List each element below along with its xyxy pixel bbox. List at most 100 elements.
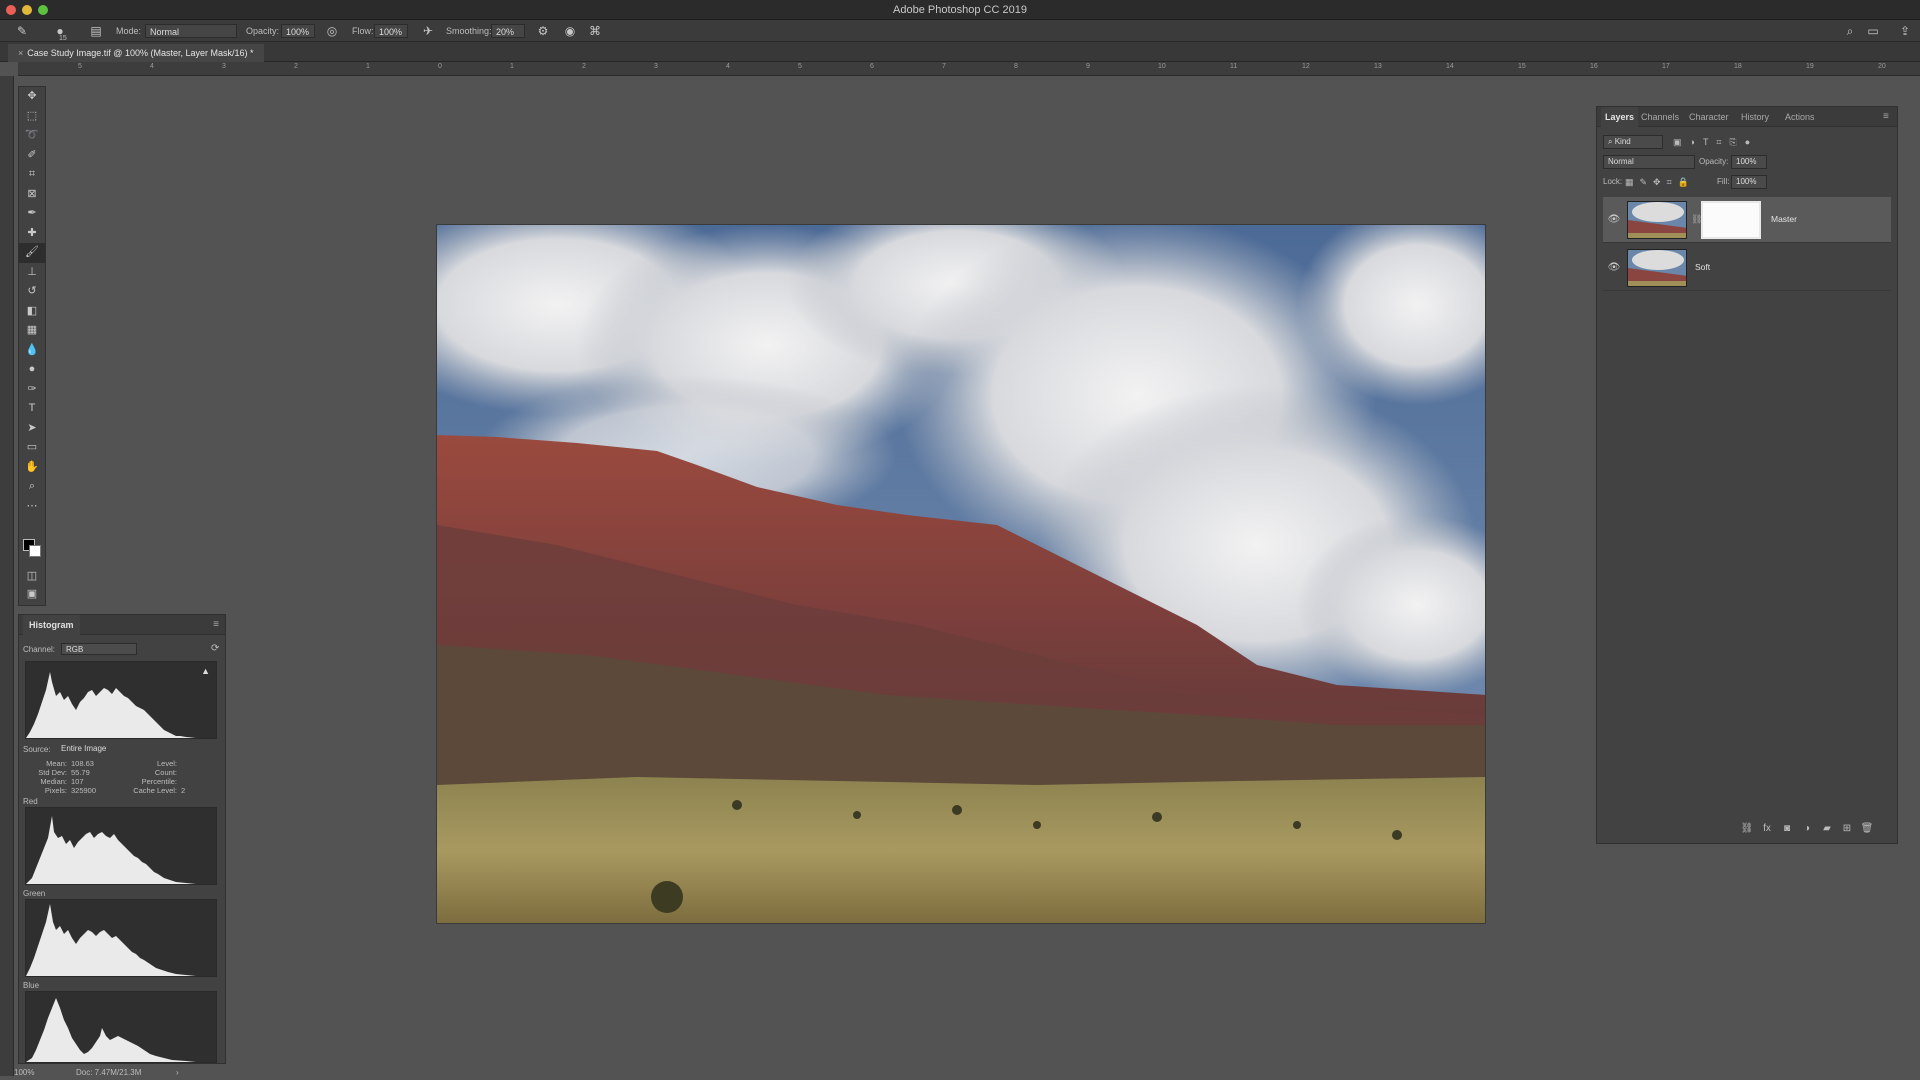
smoothing-field[interactable]: 20% xyxy=(491,24,525,38)
mean-label: Mean: xyxy=(46,759,67,768)
document-canvas[interactable] xyxy=(436,224,1486,924)
clone-stamp-tool-icon[interactable]: ⊥ xyxy=(19,263,45,283)
eye-visibility-icon[interactable]: 👁 xyxy=(1607,261,1621,275)
layer-mask-thumbnail[interactable] xyxy=(1701,201,1761,239)
blur-tool-icon[interactable]: 💧 xyxy=(19,341,45,361)
layer-row-master[interactable]: 👁 ⛓ Master xyxy=(1603,197,1891,243)
document-tab[interactable]: × Case Study Image.tif @ 100% (Master, La… xyxy=(8,44,264,62)
title-bar: Adobe Photoshop CC 2019 xyxy=(0,0,1920,20)
pixels-value: 325900 xyxy=(71,786,97,795)
ruler-tick-label: 2 xyxy=(294,63,298,70)
mode-dropdown[interactable]: Normal xyxy=(145,24,237,38)
document-tab-close-icon[interactable]: × xyxy=(18,48,23,58)
fill-field[interactable]: 100% xyxy=(1731,175,1767,189)
panel-menu-icon[interactable]: ≡ xyxy=(213,619,219,630)
channel-dropdown[interactable]: RGB xyxy=(61,643,137,655)
eraser-tool-icon[interactable]: ◧ xyxy=(19,302,45,322)
cache-level-label: Cache Level: xyxy=(133,786,177,795)
green-channel-label: Green xyxy=(23,889,46,898)
add-mask-icon[interactable]: ◙ xyxy=(1777,823,1797,834)
histogram-red-graph xyxy=(25,807,217,885)
dodge-tool-icon[interactable]: ● xyxy=(19,360,45,380)
healing-brush-tool-icon[interactable]: ✚ xyxy=(19,224,45,244)
pressure-size-icon[interactable]: ◉ xyxy=(562,23,578,39)
percentile-label: Percentile: xyxy=(141,777,177,786)
lasso-tool-icon[interactable]: ➰ xyxy=(19,126,45,146)
lock-icons[interactable]: ▦✎✥⌗🔒 xyxy=(1625,175,1695,189)
layer-filter-dropdown[interactable]: ⌕ Kind xyxy=(1603,135,1663,149)
ruler-tick-label: 8 xyxy=(1014,63,1018,70)
ruler-tick-label: 3 xyxy=(222,63,226,70)
rectangle-tool-icon[interactable]: ▭ xyxy=(19,438,45,458)
source-dropdown[interactable]: Entire Image xyxy=(57,743,217,755)
status-menu-chevron-icon[interactable]: › xyxy=(176,1068,179,1077)
link-layers-icon[interactable]: ⛓ xyxy=(1737,823,1757,834)
crop-tool-icon[interactable]: ⌗ xyxy=(19,165,45,185)
more-tools-icon[interactable]: ⋯ xyxy=(19,497,45,517)
layer-opacity-field[interactable]: 100% xyxy=(1731,155,1767,169)
history-brush-tool-icon[interactable]: ↺ xyxy=(19,282,45,302)
smoothing-settings-gear-icon[interactable]: ⚙ xyxy=(535,23,551,39)
pressure-opacity-icon[interactable]: ◎ xyxy=(324,23,340,39)
tools-panel: ✥ ⬚ ➰ ✐ ⌗ ⊠ ✒ ✚ 🖌 ⊥ ↺ ◧ ▦ 💧 ● ✑ T ➤ ▭ ✋ … xyxy=(18,86,46,606)
tab-character[interactable]: Character xyxy=(1685,107,1733,127)
ruler-tick-label: 3 xyxy=(654,63,658,70)
tab-layers[interactable]: Layers xyxy=(1601,107,1639,127)
share-icon[interactable]: ⇪ xyxy=(1897,23,1913,39)
layer-name[interactable]: Soft xyxy=(1695,262,1710,272)
gradient-tool-icon[interactable]: ▦ xyxy=(19,321,45,341)
count-label: Count: xyxy=(154,768,177,777)
blend-mode-dropdown[interactable]: Normal xyxy=(1603,155,1695,169)
layer-style-fx-icon[interactable]: fx xyxy=(1757,823,1777,834)
tab-actions[interactable]: Actions xyxy=(1781,107,1819,127)
layers-panel: Layers Channels Character History Action… xyxy=(1596,106,1898,844)
histogram-panel: Histogram ≡ Channel: RGB ⟳ ▲ Source: Ent… xyxy=(18,614,226,1064)
clipping-warning-icon[interactable]: ▲ xyxy=(201,666,210,676)
brush-tool-preset-icon[interactable]: ✎ xyxy=(14,23,30,39)
refresh-icon[interactable]: ⟳ xyxy=(211,643,219,654)
tab-history[interactable]: History xyxy=(1737,107,1773,127)
layer-row-soft[interactable]: 👁 Soft xyxy=(1603,245,1891,291)
symmetry-icon[interactable]: ⌘ xyxy=(587,23,603,39)
type-tool-icon[interactable]: T xyxy=(19,399,45,419)
eye-visibility-icon[interactable]: 👁 xyxy=(1607,213,1621,227)
median-value: 107 xyxy=(71,777,84,786)
zoom-tool-icon[interactable]: ⌕ xyxy=(19,477,45,497)
delete-layer-trash-icon[interactable]: 🗑 xyxy=(1857,823,1877,834)
ruler-tick-label: 1 xyxy=(366,63,370,70)
background-color-swatch[interactable] xyxy=(29,545,41,557)
zoom-level[interactable]: 100% xyxy=(14,1068,34,1077)
marquee-tool-icon[interactable]: ⬚ xyxy=(19,107,45,127)
frame-tool-icon[interactable]: ⊠ xyxy=(19,185,45,205)
quick-mask-icon[interactable]: ◫ xyxy=(19,567,45,587)
stddev-label: Std Dev: xyxy=(38,768,67,777)
tab-channels[interactable]: Channels xyxy=(1637,107,1683,127)
brush-tool-icon[interactable]: 🖌 xyxy=(19,243,45,263)
landscape-photo xyxy=(437,225,1485,923)
histogram-tab[interactable]: Histogram xyxy=(23,615,80,635)
hand-tool-icon[interactable]: ✋ xyxy=(19,458,45,478)
new-group-folder-icon[interactable]: ▰ xyxy=(1817,823,1837,834)
path-selection-tool-icon[interactable]: ➤ xyxy=(19,419,45,439)
airbrush-icon[interactable]: ✈ xyxy=(420,23,436,39)
ruler-tick-label: 16 xyxy=(1590,63,1598,70)
ruler-tick-label: 4 xyxy=(150,63,154,70)
move-tool-icon[interactable]: ✥ xyxy=(19,87,45,107)
pen-tool-icon[interactable]: ✑ xyxy=(19,380,45,400)
ruler-top[interactable]: 5 4 3 2 1 0 1 2 3 4 5 6 7 8 9 10 11 12 13 14 15 16 17 18 19 20 xyxy=(18,62,1920,76)
layer-name[interactable]: Master xyxy=(1771,214,1797,224)
flow-field[interactable]: 100% xyxy=(374,24,408,38)
layer-filter-icons[interactable]: ▣◑T⌗⎘● xyxy=(1673,135,1758,149)
workspace-icon[interactable]: ▭ xyxy=(1865,23,1881,39)
panel-menu-icon[interactable]: ≡ xyxy=(1879,107,1893,127)
ruler-tick-label: 6 xyxy=(870,63,874,70)
screen-mode-icon[interactable]: ▣ xyxy=(19,585,45,605)
eyedropper-tool-icon[interactable]: ✒ xyxy=(19,204,45,224)
brush-settings-icon[interactable]: ▤ xyxy=(88,23,104,39)
quick-selection-tool-icon[interactable]: ✐ xyxy=(19,146,45,166)
adjustment-layer-icon[interactable]: ◑ xyxy=(1797,823,1817,834)
search-icon[interactable]: ⌕ xyxy=(1842,23,1858,39)
new-layer-icon[interactable]: ⊞ xyxy=(1837,823,1857,834)
opacity-field[interactable]: 100% xyxy=(281,24,315,38)
ruler-left[interactable] xyxy=(0,76,14,1076)
